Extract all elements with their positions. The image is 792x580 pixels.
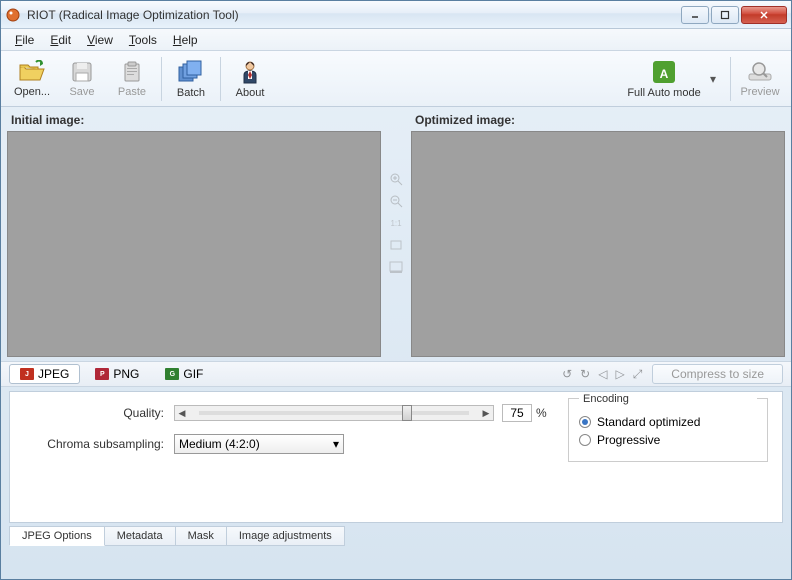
chroma-select[interactable]: Medium (4:2:0) ▾ <box>174 434 344 454</box>
fit-icon[interactable] <box>388 237 404 253</box>
initial-panel: Initial image: <box>7 111 381 357</box>
menu-tools[interactable]: Tools <box>121 31 165 49</box>
gif-label: GIF <box>183 367 203 381</box>
format-row: J JPEG P PNG G GIF ↺ ↻ ◁ ▷ ⤢ Compress to… <box>1 361 791 387</box>
initial-image-canvas[interactable] <box>7 131 381 357</box>
batch-button[interactable]: Batch <box>166 54 216 104</box>
save-button[interactable]: Save <box>57 54 107 104</box>
menu-file[interactable]: File <box>7 31 42 49</box>
about-label: About <box>236 87 265 99</box>
zoom-out-icon[interactable] <box>388 193 404 209</box>
slider-left-arrow[interactable]: ◀ <box>175 406 189 420</box>
paste-label: Paste <box>118 86 146 98</box>
optimized-image-canvas[interactable] <box>411 131 785 357</box>
toolbar-separator-3 <box>730 57 731 101</box>
format-tab-jpeg[interactable]: J JPEG <box>9 364 80 384</box>
auto-mode-icon: A <box>651 59 677 85</box>
radio-standard-dot <box>579 416 591 428</box>
auto-mode-button[interactable]: A Full Auto mode <box>618 54 710 104</box>
tab-image-adjustments[interactable]: Image adjustments <box>226 526 345 546</box>
bottom-tabs: JPEG Options Metadata Mask Image adjustm… <box>1 526 791 546</box>
slider-right-arrow[interactable]: ▶ <box>479 406 493 420</box>
fullscreen-icon[interactable] <box>388 259 404 275</box>
title-bar: RIOT (Radical Image Optimization Tool) <box>1 1 791 29</box>
toolbar-separator-2 <box>220 57 221 101</box>
format-tab-png[interactable]: P PNG <box>84 364 150 384</box>
jpeg-icon: J <box>20 368 34 380</box>
batch-label: Batch <box>177 87 205 99</box>
radio-progressive[interactable]: Progressive <box>579 433 757 447</box>
svg-text:A: A <box>660 67 669 81</box>
batch-icon <box>177 59 205 85</box>
percent-sign: % <box>536 406 547 420</box>
actual-size-icon[interactable]: 1:1 <box>388 215 404 231</box>
rotate-ccw-icon[interactable]: ↺ <box>562 367 572 381</box>
clipboard-icon <box>120 60 144 84</box>
encoding-group: Encoding Standard optimized Progressive <box>568 398 768 462</box>
rotate-cw-icon[interactable]: ↻ <box>580 367 590 381</box>
maximize-button[interactable] <box>711 6 739 24</box>
chroma-label: Chroma subsampling: <box>24 437 174 451</box>
quality-slider[interactable]: ◀ ▶ <box>174 405 494 421</box>
progressive-label: Progressive <box>597 433 660 447</box>
person-icon <box>238 59 262 85</box>
tab-jpeg-options[interactable]: JPEG Options <box>9 526 105 546</box>
jpeg-label: JPEG <box>38 367 69 381</box>
about-button[interactable]: About <box>225 54 275 104</box>
window-controls <box>681 6 787 24</box>
image-compare-area: Initial image: 1:1 Optimized image: <box>1 107 791 361</box>
app-icon <box>5 7 21 23</box>
close-button[interactable] <box>741 6 787 24</box>
window-title: RIOT (Radical Image Optimization Tool) <box>27 8 681 22</box>
quality-value[interactable]: 75 <box>502 404 532 422</box>
slider-thumb[interactable] <box>402 405 412 421</box>
toolbar: Open... Save Paste Batch About A Full Au… <box>1 51 791 107</box>
compress-to-size-button[interactable]: Compress to size <box>652 364 783 384</box>
png-icon: P <box>95 368 109 380</box>
open-button[interactable]: Open... <box>7 54 57 104</box>
folder-open-icon <box>18 60 46 84</box>
zoom-toolbar: 1:1 <box>385 111 407 357</box>
initial-label: Initial image: <box>7 111 381 131</box>
chroma-value: Medium (4:2:0) <box>179 437 260 451</box>
save-label: Save <box>69 86 94 98</box>
floppy-icon <box>70 60 94 84</box>
quality-label: Quality: <box>24 406 174 420</box>
png-label: PNG <box>113 367 139 381</box>
menu-view[interactable]: View <box>79 31 121 49</box>
optimized-label: Optimized image: <box>411 111 785 131</box>
paste-button[interactable]: Paste <box>107 54 157 104</box>
toolbar-separator <box>161 57 162 101</box>
options-panel: Quality: ◀ ▶ 75 % Chroma subsampling: Me… <box>9 391 783 523</box>
open-label: Open... <box>14 86 50 98</box>
menu-edit[interactable]: Edit <box>42 31 79 49</box>
menu-help[interactable]: Help <box>165 31 206 49</box>
flip-h-icon[interactable]: ◁ <box>598 367 607 381</box>
magnifier-icon <box>747 60 773 84</box>
chevron-down-icon: ▾ <box>333 437 339 451</box>
tab-metadata[interactable]: Metadata <box>104 526 176 546</box>
encoding-legend: Encoding <box>579 393 757 405</box>
minimize-button[interactable] <box>681 6 709 24</box>
auto-mode-label: Full Auto mode <box>627 87 700 99</box>
gif-icon: G <box>165 368 179 380</box>
radio-standard[interactable]: Standard optimized <box>579 415 757 429</box>
zoom-in-icon[interactable] <box>388 171 404 187</box>
flip-v-icon[interactable]: ▷ <box>615 367 624 381</box>
format-tab-gif[interactable]: G GIF <box>154 364 214 384</box>
resize-icon[interactable]: ⤢ <box>633 367 643 382</box>
transform-icons: ↺ ↻ ◁ ▷ ⤢ <box>562 367 642 382</box>
preview-button[interactable]: Preview <box>735 54 785 104</box>
auto-mode-dropdown[interactable]: ▾ <box>710 72 720 86</box>
standard-label: Standard optimized <box>597 415 700 429</box>
menu-bar: File Edit View Tools Help <box>1 29 791 51</box>
radio-progressive-dot <box>579 434 591 446</box>
preview-label: Preview <box>740 86 779 98</box>
optimized-panel: Optimized image: <box>411 111 785 357</box>
tab-mask[interactable]: Mask <box>175 526 227 546</box>
